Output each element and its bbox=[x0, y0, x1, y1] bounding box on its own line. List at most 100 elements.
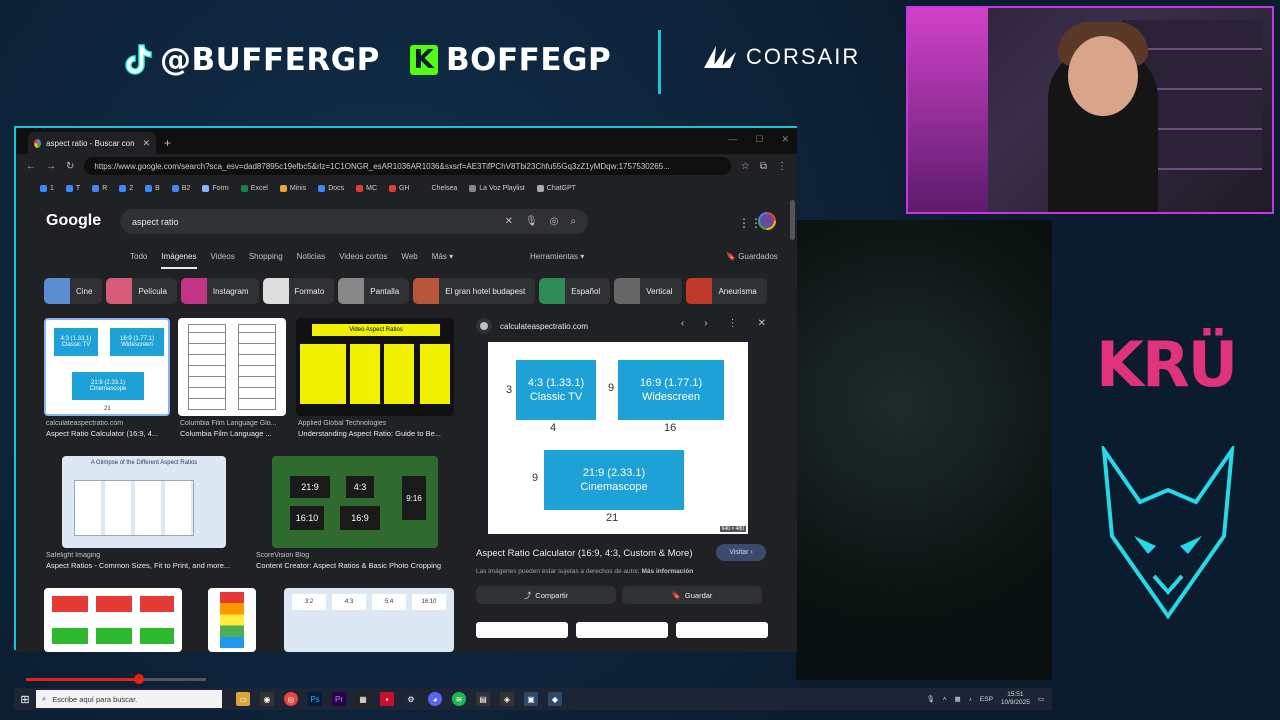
app-icon[interactable]: ▪ bbox=[380, 692, 394, 706]
result-caption[interactable]: calculateaspectratio.com Aspect Ratio Cal… bbox=[46, 420, 172, 438]
preview-source[interactable]: calculateaspectratio.com bbox=[476, 318, 588, 334]
close-preview-icon[interactable]: ✕ bbox=[758, 318, 766, 329]
preview-title[interactable]: Aspect Ratio Calculator (16:9, 4:3, Cust… bbox=[476, 548, 692, 559]
reload-icon[interactable]: ↻ bbox=[66, 161, 74, 172]
preview-image[interactable]: 4:3 (1.33.1) Classic TV 16:9 (1.77.1) Wide… bbox=[488, 342, 748, 534]
result-image[interactable] bbox=[178, 318, 286, 416]
filter-tab[interactable]: Videos bbox=[211, 252, 235, 269]
result-caption[interactable]: ScoreVision Blog Content Creator: Aspect … bbox=[256, 552, 466, 570]
chrome-icon[interactable]: ◎ bbox=[284, 692, 298, 706]
volume-icon[interactable]: ♪ bbox=[969, 696, 972, 703]
close-tab-icon[interactable]: ✕ bbox=[142, 138, 150, 149]
steam-icon[interactable]: ⚙ bbox=[404, 692, 418, 706]
notifications-icon[interactable]: ▭ bbox=[1038, 695, 1044, 703]
bookmark-item[interactable]: ChatGPT bbox=[536, 184, 576, 192]
obs-icon[interactable]: ◉ bbox=[260, 692, 274, 706]
related-chip[interactable]: El gran hotel budapest bbox=[413, 278, 536, 304]
related-chip[interactable]: Instagram bbox=[180, 278, 259, 304]
lens-icon[interactable]: ◎ bbox=[550, 216, 559, 227]
extensions-icon[interactable]: ⧉ bbox=[760, 161, 767, 172]
browser-tab[interactable]: aspect ratio - Buscar con Google ✕ bbox=[28, 132, 156, 154]
clear-icon[interactable]: ✕ bbox=[505, 216, 513, 227]
related-chip[interactable]: Pantalla bbox=[338, 278, 410, 304]
back-icon[interactable]: ← bbox=[26, 161, 36, 172]
bookmark-item[interactable]: La Voz Playlist bbox=[469, 184, 525, 192]
new-tab-icon[interactable]: + bbox=[164, 136, 171, 150]
app-icon[interactable]: ▣ bbox=[524, 692, 538, 706]
result-caption[interactable]: Safelight Imaging Aspect Ratios - Common … bbox=[46, 552, 246, 570]
windows-start-icon[interactable]: ⊞ bbox=[14, 693, 36, 706]
filter-tab[interactable]: Más ▾ bbox=[432, 252, 453, 269]
taskbar-search[interactable]: ⌕ Escribe aquí para buscar. bbox=[36, 690, 222, 708]
bookmark-item[interactable]: Minis bbox=[279, 184, 306, 192]
related-chip[interactable]: Formato bbox=[262, 278, 335, 304]
save-button[interactable]: 🔖 Guardar bbox=[622, 586, 762, 604]
result-caption[interactable]: Columbia Film Language Glo... Columbia Fi… bbox=[180, 420, 288, 438]
filter-tab[interactable]: Noticias bbox=[297, 252, 325, 269]
result-image[interactable] bbox=[44, 588, 182, 652]
bookmark-item[interactable]: Docs bbox=[318, 184, 344, 192]
bookmark-star-icon[interactable]: ☆ bbox=[741, 161, 750, 172]
bookmark-item[interactable]: GH bbox=[389, 184, 410, 192]
more-options-icon[interactable]: ⋮ bbox=[728, 318, 738, 329]
app-icon[interactable]: ▤ bbox=[476, 692, 490, 706]
next-icon[interactable]: › bbox=[704, 318, 707, 329]
related-chip[interactable]: Aneurisma bbox=[686, 278, 767, 304]
account-avatar[interactable] bbox=[758, 212, 776, 230]
menu-icon[interactable]: ⋮ bbox=[777, 161, 787, 172]
app-icon[interactable]: ◆ bbox=[548, 692, 562, 706]
filter-tab[interactable]: Todo bbox=[130, 252, 147, 269]
filter-tab[interactable]: Videos cortos bbox=[339, 252, 387, 269]
show-hidden-icon[interactable]: ˄ bbox=[943, 696, 947, 703]
bookmark-item[interactable]: B bbox=[145, 184, 160, 192]
maximize-icon[interactable]: ☐ bbox=[755, 134, 763, 145]
bookmark-item[interactable]: B2 bbox=[171, 184, 190, 192]
share-button[interactable]: ⤴ Compartir bbox=[476, 586, 616, 604]
bookmark-item[interactable]: 1 bbox=[40, 184, 54, 192]
result-image[interactable]: A Glimpse of the Different Aspect Ratios bbox=[62, 456, 226, 548]
spotify-icon[interactable]: ≋ bbox=[452, 692, 466, 706]
bookmark-item[interactable]: MC bbox=[356, 184, 377, 192]
app-icon[interactable]: ▦ bbox=[356, 692, 370, 706]
search-icon[interactable]: ⌕ bbox=[570, 216, 576, 227]
premiere-icon[interactable]: Pr bbox=[332, 692, 346, 706]
app-icon[interactable]: ◈ bbox=[500, 692, 514, 706]
related-thumbnail[interactable] bbox=[676, 622, 768, 638]
tools-menu[interactable]: Herramientas ▾ bbox=[530, 252, 584, 261]
related-thumbnail[interactable] bbox=[476, 622, 568, 638]
filter-tab[interactable]: Shopping bbox=[249, 252, 283, 269]
bookmark-item[interactable]: T bbox=[65, 184, 80, 192]
language-indicator[interactable]: ESP bbox=[980, 696, 993, 703]
minimize-icon[interactable]: — bbox=[728, 134, 737, 145]
page-scrollbar[interactable] bbox=[790, 200, 795, 240]
related-chip[interactable]: Vertical bbox=[614, 278, 683, 304]
microphone-icon[interactable]: 🎙 bbox=[525, 216, 538, 227]
related-thumbnail[interactable] bbox=[576, 622, 668, 638]
url-field[interactable]: https://www.google.com/search?sca_esv=da… bbox=[84, 157, 731, 175]
visit-button[interactable]: Visitar › bbox=[716, 544, 766, 561]
bookmark-item[interactable]: R bbox=[92, 184, 107, 192]
result-image[interactable]: 21:9 4:3 9:16 16:10 16:9 bbox=[272, 456, 438, 548]
result-image[interactable] bbox=[208, 588, 256, 652]
bookmark-item[interactable]: Chelsea bbox=[421, 184, 457, 192]
photoshop-icon[interactable]: Ps bbox=[308, 692, 322, 706]
bookmark-item[interactable]: 2 bbox=[119, 184, 133, 192]
related-chip[interactable]: Cine bbox=[44, 278, 103, 304]
filter-tab[interactable]: Web bbox=[401, 252, 417, 269]
discord-icon[interactable]: ◕ bbox=[428, 692, 442, 706]
filter-tab[interactable]: Imágenes bbox=[161, 252, 197, 269]
result-image[interactable]: Video Aspect Ratios bbox=[296, 318, 454, 416]
prev-icon[interactable]: ‹ bbox=[681, 318, 684, 329]
search-box[interactable]: aspect ratio ✕ 🎙 ◎ ⌕ bbox=[120, 209, 588, 234]
related-chip[interactable]: Película bbox=[106, 278, 177, 304]
forward-icon[interactable]: → bbox=[46, 161, 56, 172]
clock[interactable]: 15:51 10/9/2025 bbox=[1001, 691, 1030, 707]
file-explorer-icon[interactable]: ▭ bbox=[236, 692, 250, 706]
result-image[interactable]: 3:2 4:3 5:4 16:10 bbox=[284, 588, 454, 652]
search-input[interactable]: aspect ratio bbox=[132, 217, 179, 227]
mic-icon[interactable]: 🎙 bbox=[926, 695, 934, 703]
result-image[interactable]: 4:3 (1.33.1) Classic TV 16:9 (1.77.1) Wide… bbox=[44, 318, 170, 416]
close-window-icon[interactable]: ✕ bbox=[781, 134, 789, 145]
bookmark-item[interactable]: Excel bbox=[240, 184, 268, 192]
video-progress-bar[interactable] bbox=[26, 674, 206, 684]
